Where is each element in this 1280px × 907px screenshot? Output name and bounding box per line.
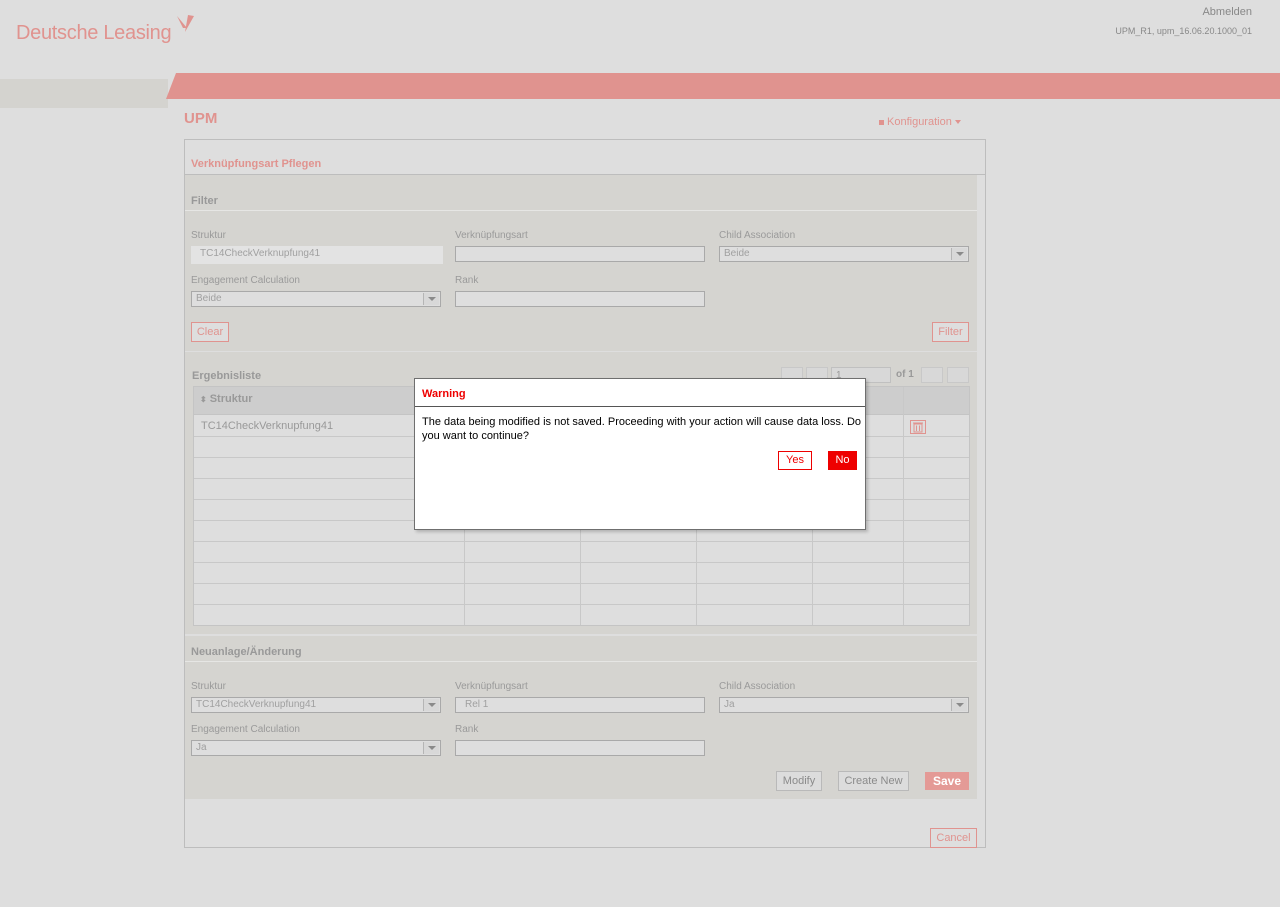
divider (185, 210, 977, 211)
edit-verknuepfungsart-label: Verknüpfungsart (455, 681, 528, 692)
brand-logo-icon (177, 15, 194, 32)
edit-child-association-value: Ja (724, 699, 735, 710)
edit-engagement-select[interactable]: Ja (191, 740, 441, 756)
modify-button[interactable]: Modify (776, 771, 822, 791)
filter-engagement-select[interactable]: Beide (191, 291, 441, 307)
create-new-button[interactable]: Create New (838, 771, 909, 791)
filter-verknuepfungsart-input[interactable] (455, 246, 705, 262)
logout-link[interactable]: Abmelden (1202, 6, 1252, 18)
warning-dialog: Warning The data being modified is not s… (414, 378, 866, 530)
version-info: UPM_R1, upm_16.06.20.1000_01 (1115, 26, 1252, 36)
filter-section: Filter Struktur TC14CheckVerknupfung41 V… (185, 175, 977, 351)
brand-logo-text: Deutsche Leasing (16, 22, 172, 44)
page-count: of 1 (896, 369, 914, 380)
delete-icon[interactable] (910, 420, 926, 434)
edit-engagement-label: Engagement Calculation (191, 724, 300, 735)
dialog-title: Warning (422, 388, 466, 400)
table-row (194, 542, 969, 563)
edit-struktur-select[interactable]: TC14CheckVerknupfung41 (191, 697, 441, 713)
edit-rank-input[interactable] (455, 740, 705, 756)
divider (185, 661, 977, 662)
edit-struktur-label: Struktur (191, 681, 227, 692)
yes-button[interactable]: Yes (778, 451, 812, 470)
filter-child-association-label: Child Association (719, 230, 796, 241)
panel-title: Verknüpfungsart Pflegen (191, 158, 322, 170)
edit-rank-label: Rank (455, 724, 479, 735)
konfiguration-label: Konfiguration (887, 116, 952, 128)
edit-section: Neuanlage/Änderung Struktur TC14CheckVer… (185, 636, 977, 799)
filter-struktur-field[interactable]: TC14CheckVerknupfung41 (191, 246, 443, 264)
edit-verknuepfungsart-input[interactable]: Rel 1 (455, 697, 705, 713)
chevron-down-icon (954, 120, 961, 125)
filter-engagement-value: Beide (196, 293, 222, 304)
header-band-left (0, 79, 168, 108)
filter-rank-input[interactable] (455, 291, 705, 307)
filter-button[interactable]: Filter (932, 322, 969, 342)
edit-engagement-value: Ja (196, 742, 207, 753)
sort-icon: ⬍ (200, 395, 207, 404)
cancel-button[interactable]: Cancel (930, 828, 977, 848)
table-row (194, 563, 969, 584)
next-page-button[interactable] (921, 367, 943, 383)
dropdown-arrow-icon[interactable] (423, 699, 439, 711)
filter-struktur-label: Struktur (191, 230, 227, 241)
app-title: UPM (184, 110, 218, 127)
dropdown-arrow-icon[interactable] (423, 293, 439, 305)
edit-child-association-select[interactable]: Ja (719, 697, 969, 713)
dropdown-arrow-icon[interactable] (951, 699, 967, 711)
edit-heading: Neuanlage/Änderung (191, 646, 302, 658)
dropdown-arrow-icon[interactable] (951, 248, 967, 260)
filter-child-association-select[interactable]: Beide (719, 246, 969, 262)
no-button[interactable]: No (828, 451, 857, 470)
last-page-button[interactable] (947, 367, 969, 383)
filter-child-association-value: Beide (724, 248, 750, 259)
edit-struktur-value: TC14CheckVerknupfung41 (196, 699, 317, 710)
dialog-message: The data being modified is not saved. Pr… (422, 416, 862, 442)
bullet-icon (879, 119, 884, 125)
filter-verknuepfungsart-label: Verknüpfungsart (455, 230, 528, 241)
divider (415, 406, 865, 407)
results-heading: Ergebnisliste (192, 370, 262, 382)
filter-rank-label: Rank (455, 275, 479, 286)
header-band (166, 73, 1280, 99)
column-header-struktur-label: Struktur (209, 393, 253, 405)
clear-button[interactable]: Clear (191, 322, 229, 342)
dropdown-arrow-icon[interactable] (423, 742, 439, 754)
column-header-struktur[interactable]: ⬍ Struktur (200, 393, 252, 405)
filter-engagement-label: Engagement Calculation (191, 275, 300, 286)
konfiguration-menu[interactable]: Konfiguration (879, 116, 961, 128)
column-divider (903, 387, 904, 625)
filter-heading: Filter (191, 195, 218, 207)
cell-struktur: TC14CheckVerknupfung41 (201, 420, 334, 432)
edit-child-association-label: Child Association (719, 681, 796, 692)
save-button[interactable]: Save (925, 772, 969, 790)
table-row (194, 584, 969, 605)
